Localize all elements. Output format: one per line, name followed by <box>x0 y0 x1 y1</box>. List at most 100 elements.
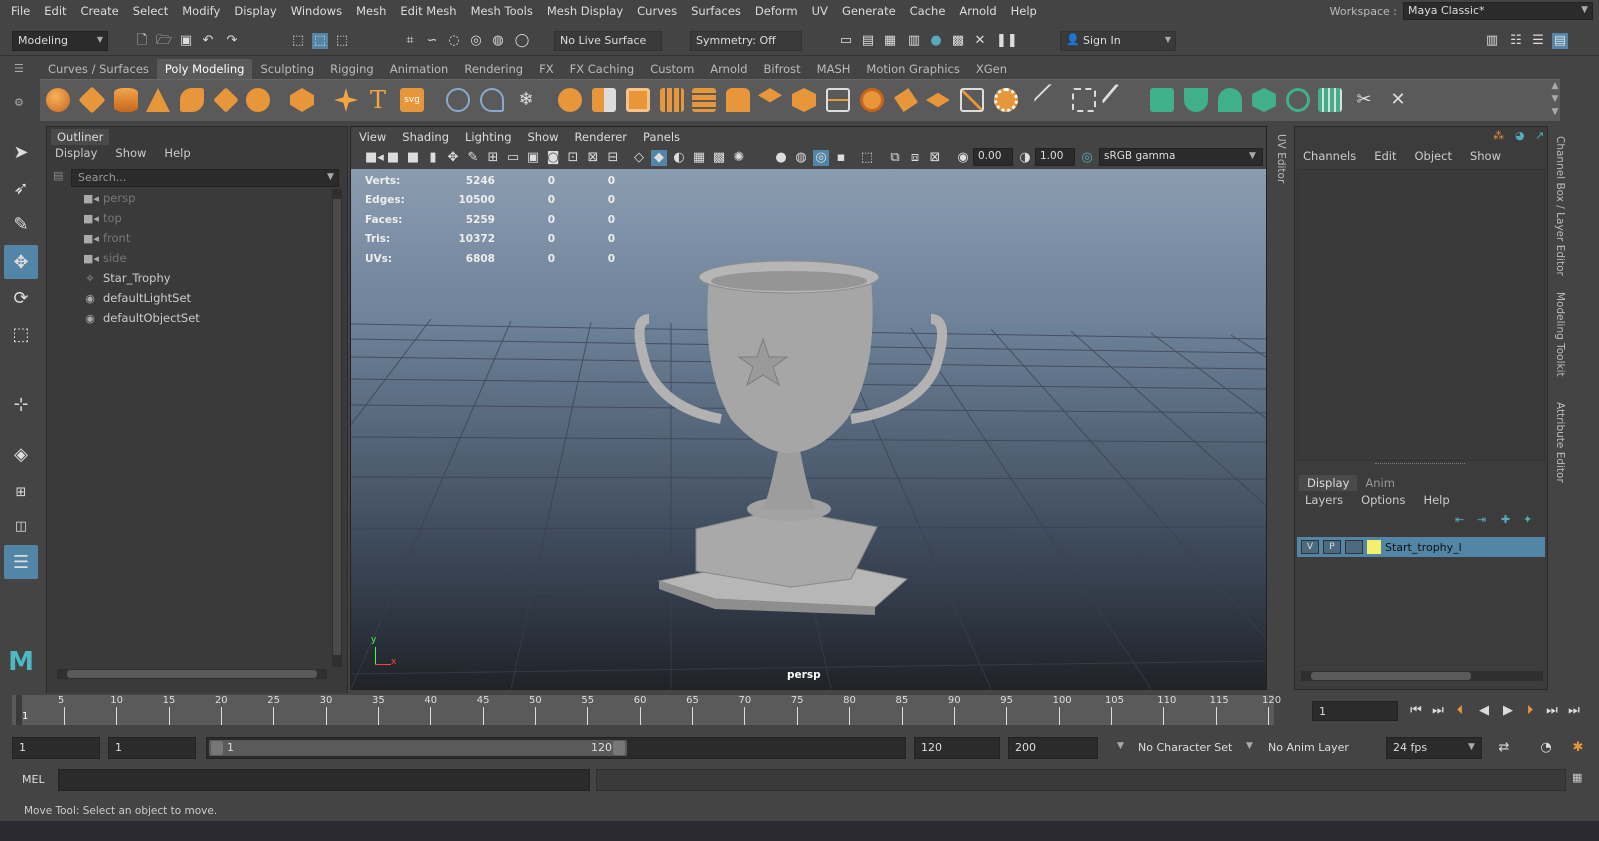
depth-of-field-icon[interactable]: ▪ <box>833 150 849 166</box>
combine-icon[interactable] <box>558 88 582 112</box>
bookmark-icon[interactable]: ■ <box>405 150 421 166</box>
menu-create[interactable]: Create <box>74 4 126 18</box>
shelf-tab-poly-modeling[interactable]: Poly Modeling <box>156 59 253 79</box>
uv-unfold-icon[interactable] <box>1286 88 1310 112</box>
outliner-item-persp[interactable]: ■◂ persp <box>83 189 135 207</box>
poly-disc-icon[interactable] <box>246 88 270 112</box>
poly-cone-icon[interactable] <box>146 88 170 112</box>
outliner-item-default-light-set[interactable]: ◉ defaultLightSet <box>83 289 191 307</box>
gate-mask-icon[interactable]: ◙ <box>545 150 561 166</box>
shelf-tab-mash[interactable]: MASH <box>809 59 859 79</box>
screen-space-ao-icon[interactable]: ● <box>773 150 789 166</box>
channels-show-menu[interactable]: Show <box>1470 149 1501 163</box>
menu-arnold[interactable]: Arnold <box>952 4 1003 18</box>
measure-icon[interactable] <box>480 88 504 112</box>
current-frame-field[interactable]: 1 <box>1312 701 1398 721</box>
lasso-tool-icon[interactable]: ➶ <box>4 171 38 205</box>
shelf-settings-icon[interactable]: ⚙ <box>14 96 24 109</box>
menu-modify[interactable]: Modify <box>175 4 227 18</box>
layer-color-swatch[interactable] <box>1367 540 1381 554</box>
safe-action-icon[interactable]: ⊠ <box>585 150 601 166</box>
bridge-icon[interactable] <box>826 88 850 112</box>
shelf-scroll[interactable]: ▲ ▼ ▼ <box>1548 80 1562 120</box>
layer-horizontal-scrollbar[interactable] <box>1301 671 1543 681</box>
last-tool-icon[interactable]: ⊹ <box>4 387 38 421</box>
uv-layout-icon[interactable] <box>1318 88 1342 112</box>
camera-select-icon[interactable]: ■◂ <box>365 150 384 166</box>
redo-icon[interactable]: ↷ <box>224 33 240 49</box>
paint-select-icon[interactable]: ✎ <box>4 207 38 241</box>
new-layer-selected-icon[interactable]: ✦ <box>1523 513 1532 526</box>
select-hierarchy-icon[interactable]: ⬚ <box>290 33 306 49</box>
field-chart-icon[interactable]: ⊡ <box>565 150 581 166</box>
viewport-menu-shading[interactable]: Shading <box>402 130 449 144</box>
command-language-label[interactable]: MEL <box>22 773 45 786</box>
isolate-select-icon[interactable]: ⬚ <box>859 150 875 166</box>
poly-cylinder-icon[interactable] <box>114 88 138 112</box>
shelf-tab-fx[interactable]: FX <box>531 59 562 79</box>
auto-key-icon[interactable]: ◔ <box>1538 740 1554 756</box>
fill-hole-icon[interactable] <box>860 88 884 112</box>
shelf-tab-arnold[interactable]: Arnold <box>702 59 755 79</box>
four-view-layout-icon[interactable]: ⊞ <box>4 475 38 509</box>
channel-box-icon-1[interactable]: ⁂ <box>1493 129 1504 142</box>
menu-mesh-display[interactable]: Mesh Display <box>540 4 630 18</box>
outliner-item-top[interactable]: ■◂ top <box>83 209 122 227</box>
outliner-item-default-object-set[interactable]: ◉ defaultObjectSet <box>83 309 200 327</box>
menu-edit-mesh[interactable]: Edit Mesh <box>393 4 463 18</box>
shadows-icon[interactable]: ✺ <box>731 150 747 166</box>
uv-planar-icon[interactable] <box>1150 88 1174 112</box>
animation-start-field[interactable]: 1 <box>12 737 100 759</box>
menu-help[interactable]: Help <box>1004 4 1044 18</box>
go-to-start-icon[interactable]: ⏮ <box>1408 703 1424 719</box>
channel-box-icon-2[interactable]: ◕ <box>1515 129 1525 142</box>
layers-options-menu[interactable]: Options <box>1361 493 1405 507</box>
shelf-tab-fx-caching[interactable]: FX Caching <box>562 59 643 79</box>
viewport-menu-lighting[interactable]: Lighting <box>465 130 511 144</box>
select-object-icon[interactable]: ⬚ <box>312 33 328 49</box>
smooth-shade-icon[interactable]: ◆ <box>651 150 667 166</box>
channels-menu[interactable]: Channels <box>1303 149 1356 163</box>
platonic-solid-icon[interactable] <box>290 88 314 112</box>
layer-display-type-toggle[interactable] <box>1345 540 1363 554</box>
two-view-layout-icon[interactable]: ◫ <box>4 509 38 543</box>
shelf-tab-bifrost[interactable]: Bifrost <box>756 59 809 79</box>
outliner-vertical-scrollbar[interactable] <box>332 189 342 667</box>
render-setup-icon[interactable]: ▩ <box>950 33 966 49</box>
move-tool-icon[interactable]: ✥ <box>4 245 38 279</box>
range-slider-bar[interactable]: 1 120 <box>206 737 906 759</box>
move-layer-up-icon[interactable]: ⇤ <box>1455 513 1464 526</box>
merge-icon[interactable] <box>960 88 984 112</box>
animation-end-field[interactable]: 200 <box>1008 737 1098 759</box>
outliner-menu-show[interactable]: Show <box>115 146 146 160</box>
outliner-filter-icon[interactable]: ▤ <box>53 169 63 182</box>
render-frame-icon[interactable]: ▤ <box>860 33 876 49</box>
snowflake-icon[interactable]: ❄ <box>514 88 538 112</box>
poly-sphere-icon[interactable] <box>46 88 70 112</box>
retopologize-icon[interactable] <box>792 88 816 112</box>
channels-edit-menu[interactable]: Edit <box>1374 149 1396 163</box>
resolution-gate-icon[interactable]: ▣ <box>525 150 541 166</box>
menu-uv[interactable]: UV <box>805 4 835 18</box>
color-management-icon[interactable]: ◎ <box>1079 150 1095 166</box>
uv-editor-tab[interactable]: UV Editor <box>1275 134 1287 183</box>
play-backwards-icon[interactable]: ◀ <box>1476 703 1492 719</box>
select-tool-icon[interactable]: ➤ <box>4 135 38 169</box>
sculpt-icon[interactable] <box>446 88 470 112</box>
xray-components-icon[interactable]: ⊠ <box>927 150 943 166</box>
shelf-tab-rendering[interactable]: Rendering <box>456 59 531 79</box>
playback-end-field[interactable]: 120 <box>914 737 1000 759</box>
range-handle-start-icon[interactable] <box>211 741 223 755</box>
2d-pan-zoom-icon[interactable]: ✥ <box>445 150 461 166</box>
outliner-menu-help[interactable]: Help <box>164 146 190 160</box>
gamma-field[interactable]: 1.00 <box>1035 148 1075 166</box>
poly-plane-icon[interactable] <box>213 87 239 113</box>
snap-curve-icon[interactable]: ∽ <box>424 33 440 49</box>
ipr-render-icon[interactable]: ▦ <box>882 33 898 49</box>
live-surface-field[interactable]: No Live Surface <box>554 31 662 51</box>
snap-grid-icon[interactable]: ⌗ <box>402 33 418 49</box>
layer-tab-anim[interactable]: Anim <box>1357 475 1403 491</box>
super-shape-icon[interactable] <box>334 88 358 112</box>
quad-draw-icon[interactable] <box>1101 83 1135 117</box>
step-forward-key-icon[interactable]: ⏭ <box>1544 703 1560 719</box>
